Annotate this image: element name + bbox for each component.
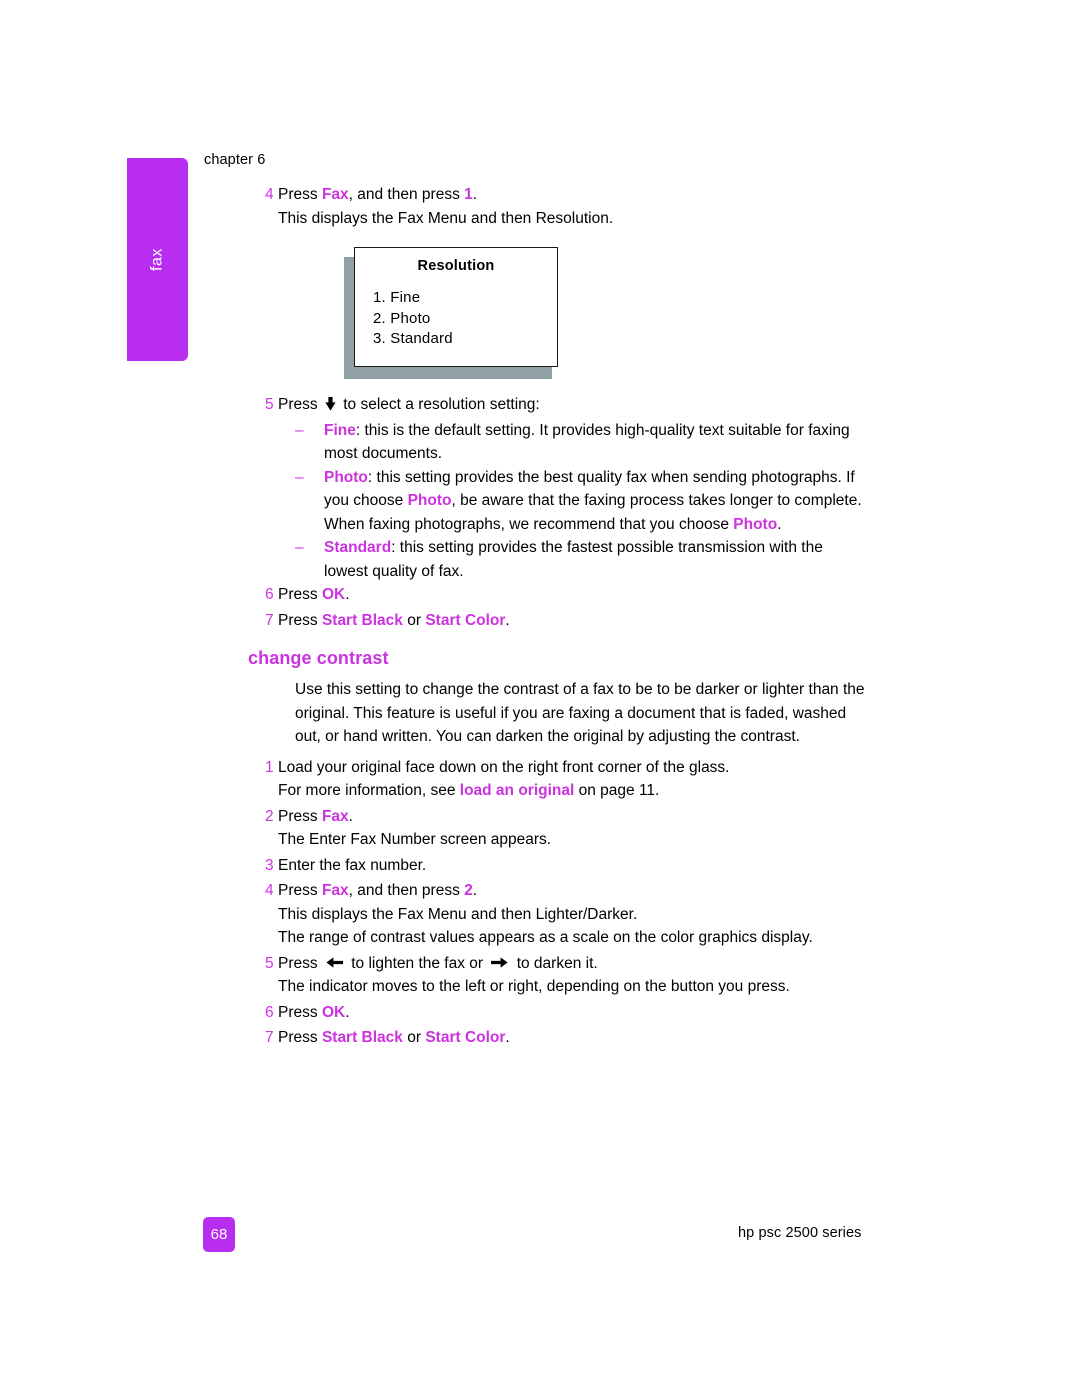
- arrow-left-icon: [326, 957, 343, 968]
- step-row: 4 Press Fax, and then press 2. This disp…: [248, 879, 868, 950]
- step-line: The indicator moves to the left or right…: [278, 978, 790, 995]
- step-text: Load your original face down on the righ…: [278, 756, 868, 803]
- step-line: Press OK.: [278, 586, 350, 603]
- figure-option-list: 1. Fine 2. Photo 3. Standard: [355, 288, 557, 350]
- step-row: 7 Press Start Black or Start Color.: [248, 609, 868, 633]
- dash-bullet: – Fine: this is the default setting. It …: [295, 419, 868, 466]
- step-line: Enter the fax number.: [278, 856, 427, 874]
- step-number: 1: [265, 758, 274, 776]
- ui-keyword: Fax: [321, 807, 349, 825]
- ui-keyword: Photo: [733, 515, 778, 533]
- page-content: 4 Press Fax, and then press 1. This disp…: [248, 183, 868, 1052]
- arrow-right-icon: [491, 957, 508, 968]
- step-number: 6: [265, 586, 274, 603]
- ui-keyword: Start Color: [425, 1029, 506, 1046]
- figure-option-item: 3. Standard: [373, 330, 453, 347]
- page-number-badge: 68: [203, 1217, 235, 1252]
- step-line: Press to select a resolution setting:: [278, 396, 540, 413]
- step-line: Press Start Black or Start Color.: [278, 611, 510, 629]
- step-number: 6: [265, 1003, 274, 1021]
- cross-reference-link[interactable]: load an original: [460, 782, 575, 799]
- step-line: Press to lighten the fax or to darken it…: [278, 954, 598, 972]
- step-line: Press Fax, and then press 2.: [278, 882, 478, 899]
- step-line: The range of contrast values appears as …: [278, 929, 813, 946]
- dash-bullet: – Photo: this setting provides the best …: [295, 466, 868, 537]
- step-row: 7 Press Start Black or Start Color.: [248, 1026, 868, 1050]
- step-number: 2: [265, 807, 274, 825]
- ui-keyword: Photo: [324, 468, 368, 486]
- step-text: Press Fax, and then press 2. This displa…: [278, 879, 868, 950]
- step-text: Press Fax, and then press 1. This displa…: [278, 183, 868, 230]
- chapter-side-tab: fax: [127, 158, 188, 361]
- step-number: 4: [265, 186, 274, 203]
- figure-option-item: 2. Photo: [373, 309, 431, 327]
- step-row: 6 Press OK.: [248, 1001, 868, 1025]
- dash-bullet-text: Fine: this is the default setting. It pr…: [324, 421, 850, 463]
- figure-option-item: 1. Fine: [373, 289, 421, 306]
- resolution-option-bullets: – Fine: this is the default setting. It …: [295, 419, 868, 584]
- ui-keyword: Fax: [321, 882, 349, 899]
- figure-screen-panel: Resolution 1. Fine 2. Photo 3. Standard: [354, 247, 558, 367]
- step-line: Load your original face down on the righ…: [278, 758, 730, 776]
- step-text: Press Start Black or Start Color.: [278, 609, 868, 633]
- ui-keyword: Standard: [324, 539, 392, 556]
- step-row: 6 Press OK.: [248, 583, 868, 607]
- step-text: Press to select a resolution setting:: [278, 393, 868, 417]
- step-line: This displays the Fax Menu and then Reso…: [278, 209, 614, 227]
- step-row: 2 Press Fax. The Enter Fax Number screen…: [248, 805, 868, 852]
- dash-bullet-text: Standard: this setting provides the fast…: [324, 539, 823, 580]
- step-line: Press OK.: [278, 1003, 350, 1021]
- step-line: Press Fax, and then press 1.: [278, 186, 478, 203]
- ui-keyword: Start Black: [321, 611, 403, 629]
- arrow-down-icon: [325, 396, 336, 411]
- step-number: 4: [265, 882, 274, 899]
- ui-keyword: Fine: [324, 421, 356, 439]
- dash-bullet: – Standard: this setting provides the fa…: [295, 536, 868, 583]
- ui-keyword: Fax: [321, 186, 349, 203]
- ui-keyword: Start Color: [425, 611, 506, 629]
- section-heading-change-contrast: change contrast: [248, 648, 389, 668]
- step-line: Press Fax.: [278, 807, 353, 825]
- dash-bullet-text: Photo: this setting provides the best qu…: [324, 468, 862, 533]
- dash-marker: –: [295, 539, 304, 556]
- step-number: 3: [265, 856, 274, 874]
- step-line: This displays the Fax Menu and then Ligh…: [278, 905, 638, 923]
- chapter-side-tab-label: fax: [148, 248, 166, 271]
- step-row: 5 Press to select a resolution setting:: [248, 393, 868, 417]
- step-text: Press Start Black or Start Color.: [278, 1026, 868, 1050]
- running-head: chapter 6: [204, 152, 266, 168]
- ui-keyword: 2: [464, 882, 473, 899]
- ui-keyword: Start Black: [321, 1029, 403, 1046]
- ui-keyword: Photo: [407, 492, 452, 509]
- step-row: 1 Load your original face down on the ri…: [248, 756, 868, 803]
- dash-marker: –: [295, 468, 304, 486]
- step-row: 3 Enter the fax number.: [248, 854, 868, 878]
- step-line: For more information, see load an origin…: [278, 782, 660, 799]
- step-text: Enter the fax number.: [278, 854, 868, 878]
- step-text: Press Fax. The Enter Fax Number screen a…: [278, 805, 868, 852]
- resolution-display-figure: Resolution 1. Fine 2. Photo 3. Standard: [344, 247, 560, 379]
- contrast-intro-paragraph: Use this setting to change the contrast …: [295, 681, 865, 745]
- ui-keyword: 1: [464, 186, 473, 203]
- footer-product-name: hp psc 2500 series: [738, 1225, 862, 1241]
- step-row: 5 Press to lighten the fax or to darken …: [248, 952, 868, 999]
- step-text: Press OK.: [278, 583, 868, 607]
- ui-keyword: OK: [321, 1003, 346, 1021]
- step-row: 4 Press Fax, and then press 1. This disp…: [248, 183, 868, 230]
- figure-title: Resolution: [417, 258, 495, 274]
- step-line: The Enter Fax Number screen appears.: [278, 831, 552, 848]
- dash-marker: –: [295, 421, 304, 439]
- step-number: 5: [265, 396, 274, 413]
- step-text: Press to lighten the fax or to darken it…: [278, 952, 868, 999]
- step-number: 5: [265, 954, 274, 972]
- step-line: Press Start Black or Start Color.: [278, 1029, 510, 1046]
- ui-keyword: OK: [321, 586, 346, 603]
- step-text: Press OK.: [278, 1001, 868, 1025]
- step-number: 7: [265, 611, 274, 629]
- step-number: 7: [265, 1029, 274, 1046]
